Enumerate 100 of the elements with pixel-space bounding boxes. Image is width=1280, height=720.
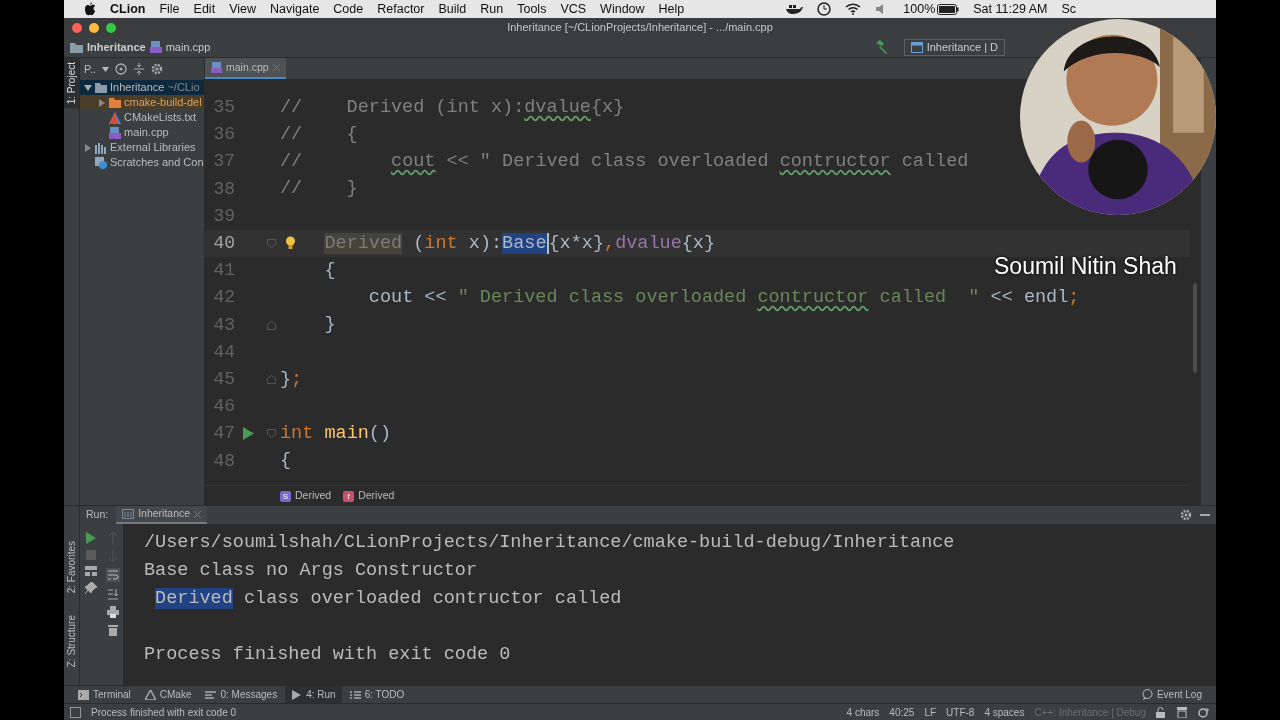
code-line: // } [280,177,358,202]
window-title: Inheritance [~/CLionProjects/Inheritance] - .../main.cpp [507,20,773,36]
list-icon [205,689,217,700]
breadcrumb[interactable]: f Derived [343,487,395,504]
event-log-tab[interactable]: Event Log [1135,685,1208,704]
line-number: 47 [212,422,235,446]
collapse-icon[interactable] [133,63,146,75]
tool-window-tab[interactable]: 6: TODO [343,685,411,704]
editor-tab[interactable]: main.cpp [205,58,286,79]
line-number: 43 [212,313,235,337]
battery-icon[interactable] [937,3,960,15]
tool-window-tab[interactable]: Terminal [72,685,137,704]
close-button[interactable] [72,23,82,33]
lock-icon[interactable] [1156,706,1166,718]
tree-item[interactable]: CMakeLists.txt [80,110,204,125]
line-number: 45 [212,367,235,391]
tool-window-tab[interactable]: 0: Messages [199,685,284,704]
whale-icon[interactable] [785,3,804,15]
code-line: // { [280,122,358,147]
collapsed-arrow-icon[interactable] [84,143,92,152]
run-config-dropdown[interactable]: Inheritance | D [903,38,1005,56]
panel-toggle-icon[interactable] [70,706,81,718]
clock-icon[interactable] [817,2,832,16]
line-number: 44 [212,340,235,364]
play-icon [291,689,303,700]
breadcrumb[interactable]: Inheritance [87,38,146,56]
tool-window-tab[interactable]: 2: Favorites [64,536,79,597]
tool-window-tab[interactable]: Z: Structure [64,610,79,671]
layout-icon[interactable] [85,566,97,576]
wrap-icon[interactable] [105,568,120,582]
print-icon[interactable] [106,606,119,618]
collapsed-arrow-icon[interactable] [98,98,106,107]
target-icon[interactable] [115,63,128,75]
apple-icon[interactable] [84,2,96,16]
line-number: 38 [212,177,235,201]
gear-icon[interactable] [151,63,164,75]
tree-item[interactable]: main.cpp [80,125,204,140]
tree-item[interactable]: cmake-build-del [80,95,204,110]
menu-item[interactable]: Build [438,0,467,19]
zoom-button[interactable] [106,23,116,33]
menu-item[interactable]: Help [658,0,685,19]
tree-item[interactable]: Scratches and Con [80,155,204,170]
expanded-arrow-icon[interactable] [84,83,92,92]
menu-item[interactable]: Code [333,0,364,19]
code-line: } [323,313,336,338]
triangle-icon [109,111,121,124]
breadcrumb[interactable]: S Derived [280,487,332,504]
app-menu[interactable]: CLion [110,0,146,19]
console-line: Base class no Args Constructor [144,559,479,583]
window-icon [910,41,923,53]
status-item[interactable]: 40:25 [889,704,915,720]
code-line: { [323,258,336,283]
terminal-icon [78,689,89,700]
folder-icon [95,81,107,94]
menu-item[interactable]: VCS [560,0,587,19]
code-line: { [280,449,292,474]
menu-item[interactable]: Tools [517,0,547,19]
status-item[interactable]: 4 spaces [984,704,1025,720]
tree-item[interactable]: External Libraries [80,140,204,155]
line-number: 40 [212,232,235,256]
tool-window-tab[interactable]: CMake [138,685,198,704]
code-line: // cout << " Derived class overloaded contructor called [280,150,969,175]
scrollbar-thumb[interactable] [1193,283,1197,373]
folder-icon [109,96,121,109]
line-number: 39 [212,204,235,228]
cpp-file-icon [149,41,162,53]
breadcrumb[interactable]: main.cpp [165,38,211,56]
tree-item[interactable]: Inheritance ~/CLio [80,80,204,95]
line-number: 36 [212,123,235,147]
menu-item[interactable]: Run [480,0,504,19]
scroll-end-icon[interactable] [106,588,119,600]
status-message: Process finished with exit code 0 [91,705,237,720]
user-name[interactable]: Sc [1061,0,1076,19]
run-icon[interactable] [243,427,254,441]
tool-window-tab[interactable]: 1: Project [64,58,79,109]
wifi-icon[interactable] [845,3,862,15]
cpp-file-icon [211,62,222,73]
status-item[interactable]: LF [924,704,937,720]
menu-item[interactable]: Window [600,0,645,19]
tool-window-tab[interactable]: 4: Run [285,685,342,704]
status-item[interactable]: UTF-8 [946,704,975,720]
lightbulb-icon[interactable] [285,235,296,250]
code-line: // Derived (int x):dvalue{x} [280,95,625,120]
minimize-button[interactable] [89,23,99,33]
run-icon[interactable] [86,532,96,544]
menu-item[interactable]: Edit [193,0,216,19]
menu-item[interactable]: Navigate [270,0,320,19]
view-dropdown[interactable]: P.. [84,60,97,78]
menu-item[interactable]: View [229,0,256,19]
pin-icon[interactable] [85,582,97,594]
menu-item[interactable]: Refactor [377,0,425,19]
gear-icon[interactable] [1180,509,1192,521]
trash-icon[interactable] [107,624,118,636]
line-number: 41 [212,259,235,283]
menubar-clock[interactable]: Sat 11:29 AM [973,0,1048,19]
caret-icon[interactable] [102,66,110,72]
run-tab[interactable]: Inheritance [116,506,208,524]
panel-title: Run: [86,507,109,523]
status-item[interactable]: 4 chars [846,704,880,720]
menu-item[interactable]: File [159,0,180,19]
